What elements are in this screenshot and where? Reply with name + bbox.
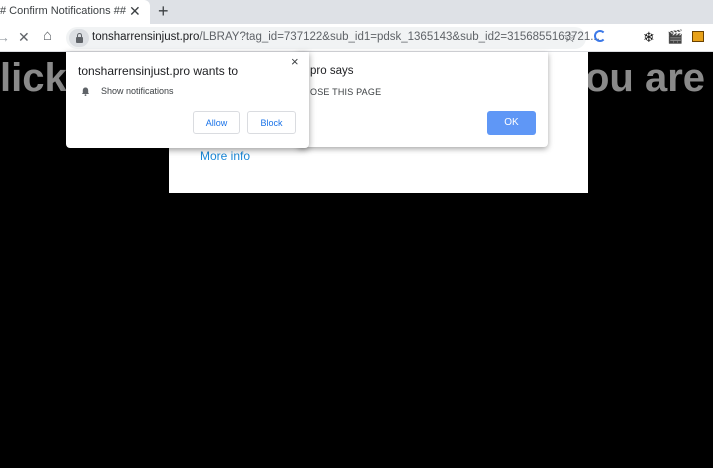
bell-icon — [81, 87, 90, 96]
home-icon[interactable]: ⌂ — [43, 27, 52, 45]
active-tab[interactable]: # Confirm Notifications ## ✕ — [0, 0, 150, 24]
ok-button[interactable]: OK — [487, 111, 536, 135]
tab-strip: # Confirm Notifications ## ✕ + — [0, 0, 713, 24]
page-heading-left: lick — [0, 56, 67, 100]
extension-icon[interactable] — [692, 31, 704, 42]
page-heading-right: ou are — [585, 56, 706, 100]
url-host: tonsharrensinjust.pro — [92, 31, 200, 43]
clapperboard-extension-icon[interactable]: 🎬 — [667, 29, 683, 45]
snowflake-extension-icon[interactable]: ❄ — [643, 29, 655, 46]
url-text[interactable]: tonsharrensinjust.pro/LBRAY?tag_id=73712… — [92, 31, 600, 43]
sync-extension-icon[interactable] — [594, 30, 606, 42]
stop-loading-icon[interactable]: ✕ — [18, 28, 30, 46]
forward-icon[interactable]: → — [0, 28, 10, 46]
address-bar[interactable]: tonsharrensinjust.pro/LBRAY?tag_id=73712… — [66, 27, 600, 49]
allow-button[interactable]: Allow — [193, 111, 240, 134]
tab-close-icon[interactable]: ✕ — [129, 2, 141, 20]
browser-toolbar: → ✕ ⌂ tonsharrensinjust.pro/LBRAY?tag_id… — [0, 24, 713, 52]
alert-title: pro says — [310, 65, 354, 77]
js-alert-dialog: pro says OSE THIS PAGE OK — [297, 52, 548, 147]
block-button[interactable]: Block — [247, 111, 296, 134]
lock-icon[interactable] — [69, 29, 89, 47]
new-tab-button[interactable]: + — [158, 1, 169, 21]
notification-permission-prompt: tonsharrensinjust.pro wants to × Show no… — [66, 52, 309, 148]
permission-label: Show notifications — [101, 86, 174, 96]
bookmark-star-icon[interactable]: ☆ — [563, 28, 576, 46]
prompt-title: tonsharrensinjust.pro wants to — [78, 64, 239, 78]
close-icon[interactable]: × — [291, 54, 299, 69]
tab-title: # Confirm Notifications ## — [0, 5, 126, 17]
more-info-link[interactable]: More info — [200, 149, 250, 163]
alert-message: OSE THIS PAGE — [310, 87, 382, 97]
url-path: /LBRAY?tag_id=737122&sub_id1=pdsk_136514… — [199, 31, 600, 43]
